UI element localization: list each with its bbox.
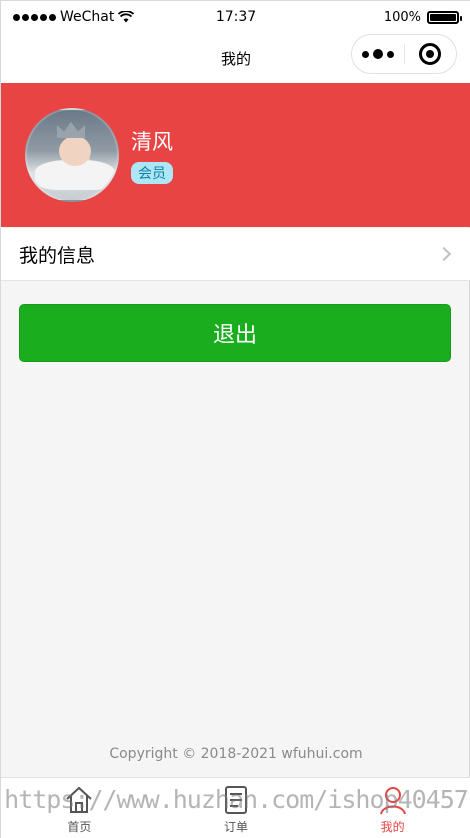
home-icon	[66, 786, 93, 813]
chevron-right-icon	[436, 246, 452, 262]
user-info: 清风 会员	[131, 126, 173, 184]
status-left: WeChat	[13, 9, 135, 25]
signal-icon	[13, 13, 56, 21]
more-button[interactable]	[352, 35, 404, 73]
my-info-label: 我的信息	[19, 244, 96, 267]
tab-orders[interactable]: 订单	[158, 778, 315, 838]
battery-percent: 100%	[383, 9, 421, 25]
nav-bar: 我的	[1, 33, 470, 83]
user-icon	[379, 787, 406, 815]
user-name: 清风	[131, 130, 173, 154]
carrier-label: WeChat	[60, 9, 115, 25]
status-bar: WeChat 17:37 100%	[1, 1, 470, 33]
member-badge: 会员	[131, 162, 173, 184]
tab-bar: 首页 订单 我的	[1, 777, 470, 838]
wifi-icon	[118, 11, 135, 23]
my-info-row[interactable]: 我的信息	[1, 228, 470, 281]
mini-program-capsule	[351, 34, 457, 74]
tab-mine[interactable]: 我的	[314, 778, 470, 838]
tab-orders-label: 订单	[224, 820, 249, 834]
battery-icon	[427, 10, 462, 24]
close-mini-program-button[interactable]	[404, 35, 456, 73]
status-right: 100%	[383, 9, 462, 25]
tab-mine-label: 我的	[380, 820, 405, 834]
avatar[interactable]	[25, 108, 119, 202]
target-icon	[419, 43, 442, 65]
page-title: 我的	[220, 49, 251, 68]
profile-header: 清风 会员	[1, 83, 470, 227]
tab-home[interactable]: 首页	[1, 778, 158, 838]
tab-home-label: 首页	[67, 820, 92, 834]
logout-button[interactable]: 退出	[19, 304, 451, 362]
order-icon	[225, 786, 247, 814]
copyright-text: Copyright © 2018-2021 wfuhui.com	[109, 746, 363, 762]
